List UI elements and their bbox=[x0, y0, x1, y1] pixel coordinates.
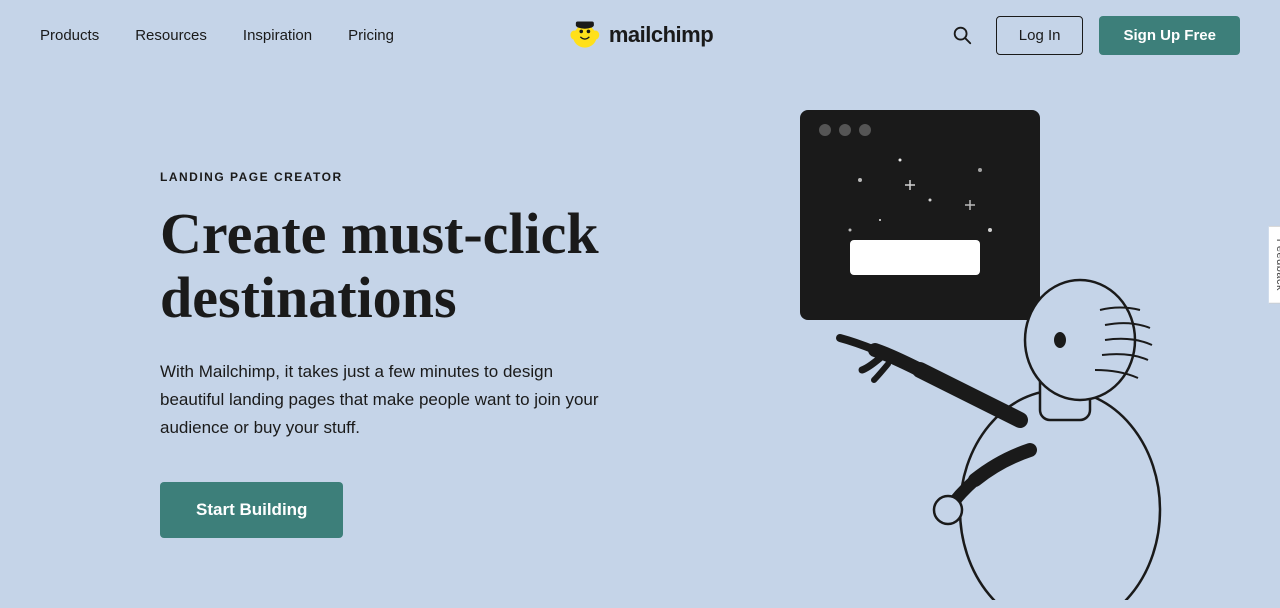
login-button[interactable]: Log In bbox=[996, 16, 1084, 55]
nav-link-products[interactable]: Products bbox=[40, 27, 99, 44]
hero-content: LANDING PAGE CREATOR Create must-click d… bbox=[160, 130, 640, 538]
nav-right: Log In Sign Up Free bbox=[944, 16, 1240, 55]
search-icon bbox=[951, 24, 973, 46]
nav-link-inspiration[interactable]: Inspiration bbox=[243, 27, 312, 44]
logo-text: mailchimp bbox=[609, 22, 713, 48]
mailchimp-logo-icon bbox=[567, 17, 603, 53]
hero-title: Create must-click destinations bbox=[160, 202, 640, 330]
hero-section: LANDING PAGE CREATOR Create must-click d… bbox=[0, 70, 1280, 608]
nav-link-pricing[interactable]: Pricing bbox=[348, 27, 394, 44]
hero-illustration bbox=[680, 80, 1200, 600]
search-button[interactable] bbox=[944, 17, 980, 53]
logo[interactable]: mailchimp bbox=[567, 17, 713, 53]
start-building-button[interactable]: Start Building bbox=[160, 482, 343, 538]
signup-button[interactable]: Sign Up Free bbox=[1099, 16, 1240, 55]
hero-label: LANDING PAGE CREATOR bbox=[160, 170, 640, 184]
feedback-tab[interactable]: Feedback bbox=[1269, 226, 1280, 304]
hero-description: With Mailchimp, it takes just a few minu… bbox=[160, 358, 600, 442]
nav-link-resources[interactable]: Resources bbox=[135, 27, 207, 44]
nav-left: Products Resources Inspiration Pricing bbox=[40, 27, 394, 44]
navbar: Products Resources Inspiration Pricing m… bbox=[0, 0, 1280, 70]
feedback-container: Feedback bbox=[1202, 293, 1280, 316]
